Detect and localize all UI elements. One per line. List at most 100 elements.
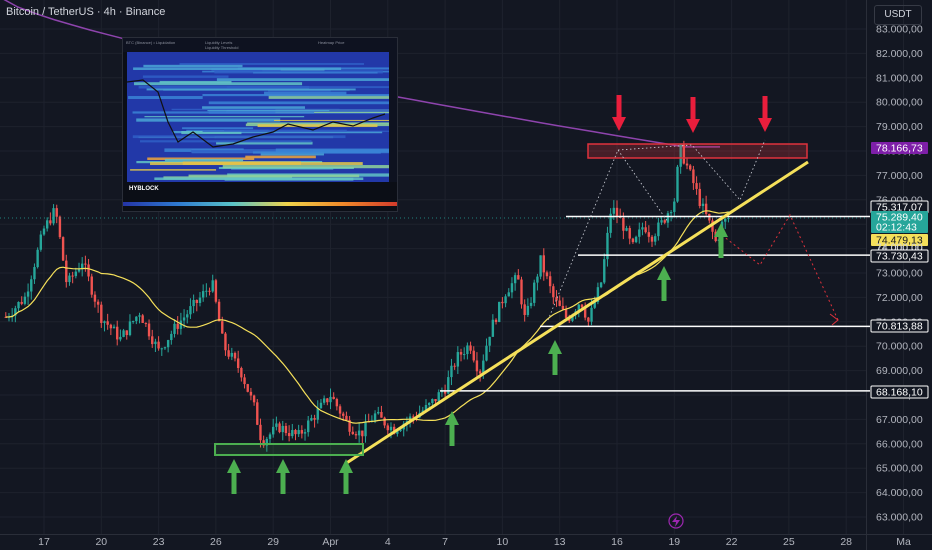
time-tick-label: 23	[153, 536, 165, 548]
candle-body	[501, 301, 504, 304]
heatmap-band	[208, 101, 389, 105]
up-arrow-shaft	[552, 353, 558, 375]
time-tick-label: 20	[95, 536, 107, 548]
candle-body	[52, 208, 55, 224]
candle-body	[39, 234, 43, 250]
heatmap-band	[253, 72, 378, 74]
candle-body	[112, 326, 116, 329]
candle-body	[26, 291, 30, 297]
candle-body	[252, 395, 256, 403]
candle-body	[647, 232, 651, 237]
candle-body	[55, 208, 58, 217]
candle-body	[676, 166, 679, 202]
price-axis-label: 78.166,73	[876, 143, 923, 155]
candle-body	[221, 321, 224, 334]
candle-body	[488, 336, 491, 346]
heatmap-band	[164, 158, 244, 162]
candle-body	[163, 347, 167, 349]
candle-body	[380, 411, 383, 418]
up-arrow-shaft	[449, 424, 455, 446]
candle-body	[157, 341, 160, 349]
candle-body	[297, 430, 300, 435]
candle-body	[303, 432, 307, 434]
candle-body	[103, 321, 106, 323]
candle-body	[195, 299, 198, 304]
candle-body	[431, 399, 434, 403]
candle-body	[354, 434, 358, 436]
candle-body	[469, 345, 472, 351]
chart-stage[interactable]: 83.000,00 82.000,00 81.000,00 80.000,00 79.0…	[0, 0, 932, 550]
candle-body	[599, 282, 603, 288]
symbol-title[interactable]: Bitcoin / TetherUS · 4h · Binance	[6, 6, 165, 18]
candle-body	[389, 426, 393, 431]
candle-body	[650, 236, 654, 242]
candle-body	[529, 302, 533, 306]
candle-body	[545, 272, 549, 277]
price-axis-label: 68.168,10	[876, 387, 923, 399]
candle-body	[625, 228, 628, 231]
candle-body	[326, 398, 329, 403]
candle-body	[106, 321, 109, 325]
candle-body	[342, 413, 345, 416]
time-tick-label: 25	[783, 536, 795, 548]
candle-body	[77, 269, 81, 272]
candle-body	[373, 413, 377, 421]
candle-body	[657, 222, 660, 237]
candle-body	[45, 220, 49, 229]
candle-body	[119, 336, 122, 340]
candle-body	[307, 420, 310, 433]
time-tick-label: 13	[554, 536, 566, 548]
time-tick-label: 29	[267, 536, 279, 548]
candle-body	[561, 305, 565, 310]
candle-body	[243, 377, 246, 385]
candle-body	[90, 276, 93, 295]
candle-body	[548, 276, 552, 287]
candle-body	[84, 263, 87, 265]
time-tick-label: 7	[442, 536, 448, 548]
candle-body	[135, 316, 138, 322]
heatmap-band	[132, 111, 315, 114]
heatmap-band	[268, 90, 331, 92]
candle-body	[246, 384, 249, 392]
price-tick-label: 65.000,00	[876, 463, 923, 475]
price-axis-label: 73.730,43	[876, 251, 923, 263]
candle-body	[240, 367, 243, 378]
candle-body	[300, 430, 304, 434]
candle-body	[87, 264, 90, 277]
currency-selector[interactable]: USDT	[874, 5, 922, 25]
heatmap-band	[144, 116, 305, 118]
candle-body	[278, 423, 281, 433]
candle-body	[660, 220, 663, 223]
heatmap-band	[130, 169, 217, 171]
candle-body	[498, 301, 501, 322]
candle-body	[109, 324, 113, 329]
candle-body	[68, 275, 71, 283]
candle-body	[466, 345, 469, 355]
candle-body	[58, 216, 62, 238]
candle-body	[638, 229, 641, 237]
resistance-zone	[587, 143, 808, 159]
candle-body	[704, 203, 708, 214]
price-tick-label: 66.000,00	[876, 438, 923, 450]
candle-body	[192, 299, 195, 307]
candle-body	[122, 330, 125, 337]
price-tick-label: 63.000,00	[876, 512, 923, 524]
candle-body	[552, 286, 555, 298]
candle-body	[526, 305, 530, 315]
candle-body	[453, 365, 456, 367]
candle-body	[507, 292, 510, 297]
candle-body	[673, 201, 676, 212]
price-tick-label: 64.000,00	[876, 487, 923, 499]
heatmap-band	[132, 135, 346, 139]
candle-body	[351, 431, 354, 435]
price-axis-label: 70.813,88	[876, 321, 923, 333]
candle-body	[644, 227, 647, 233]
candle-body	[634, 236, 638, 243]
candle-body	[695, 183, 698, 189]
price-tick-label: 81.000,00	[876, 72, 923, 84]
heatmap-band	[226, 86, 389, 89]
price-tick-label: 73.000,00	[876, 268, 923, 280]
candle-body	[698, 188, 701, 207]
inset-header: BTC (Binance) • Liquidation Liquidity Le…	[123, 38, 397, 52]
candle-body	[612, 207, 616, 214]
